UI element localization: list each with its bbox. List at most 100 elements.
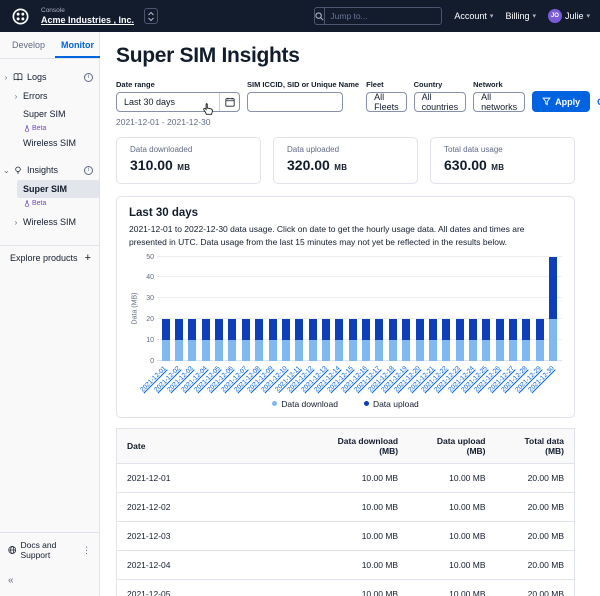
bar-segment (482, 340, 490, 361)
bar-segment (549, 257, 557, 319)
sim-search-input[interactable] (247, 92, 343, 112)
bar-segment (402, 340, 410, 361)
table-row: 2021-12-0210.00 MB10.00 MB20.00 MB (117, 492, 575, 521)
bar-2021-12-18[interactable] (389, 257, 397, 361)
bar-2021-12-22[interactable] (442, 257, 450, 361)
bar-segment (215, 319, 223, 340)
insights-bulb-icon (13, 165, 23, 175)
bar-segment (349, 340, 357, 361)
sidebar-item-logs[interactable]: › Logs i (0, 67, 99, 87)
account-stepper-button[interactable] (144, 8, 158, 24)
apply-button[interactable]: Apply (532, 91, 590, 112)
bar-segment (282, 340, 290, 361)
bar-2021-12-25[interactable] (482, 257, 490, 361)
bar-2021-12-03[interactable] (188, 257, 196, 361)
collapse-sidebar-button[interactable]: « (0, 567, 99, 596)
bar-2021-12-12[interactable] (309, 257, 317, 361)
network-select[interactable]: All networks (473, 92, 525, 112)
cell-value: 10.00 MB (408, 550, 495, 579)
bar-2021-12-29[interactable] (536, 257, 544, 361)
sidebar-tabs: Develop Monitor (0, 32, 99, 59)
bar-2021-12-04[interactable] (202, 257, 210, 361)
stat-unit: MB (334, 163, 347, 172)
billing-menu[interactable]: Billing ▾ (505, 11, 536, 21)
cell-value: 10.00 MB (408, 521, 495, 550)
bar-2021-12-10[interactable] (282, 257, 290, 361)
bar-2021-12-01[interactable] (162, 257, 170, 361)
bar-2021-12-16[interactable] (362, 257, 370, 361)
bar-2021-12-21[interactable] (429, 257, 437, 361)
bar-segment (175, 340, 183, 361)
stat-unit: MB (177, 163, 190, 172)
kebab-menu-icon[interactable]: ⋮ (82, 545, 91, 556)
account-menu-label: Account (454, 11, 487, 21)
bar-2021-12-27[interactable] (509, 257, 517, 361)
table-row: 2021-12-0510.00 MB10.00 MB20.00 MB (117, 579, 575, 596)
bar-2021-12-17[interactable] (375, 257, 383, 361)
bar-segment (442, 319, 450, 340)
bar-2021-12-19[interactable] (402, 257, 410, 361)
bar-2021-12-02[interactable] (175, 257, 183, 361)
bar-2021-12-30[interactable] (549, 257, 557, 361)
cell-value: 10.00 MB (309, 579, 408, 596)
user-menu-label: Julie (565, 11, 584, 21)
sidebar-item-super-sim-logs[interactable]: Super SIM (0, 105, 99, 123)
bar-segment (496, 340, 504, 361)
search-input[interactable] (325, 11, 442, 21)
x-cell: 2021-12-30 (546, 361, 559, 397)
country-select[interactable]: All countries (414, 92, 467, 112)
calendar-icon[interactable] (219, 93, 239, 111)
legend-item-data-upload[interactable]: Data upload (364, 399, 419, 409)
tab-monitor[interactable]: Monitor (55, 32, 100, 58)
chevron-down-icon: ▾ (490, 12, 494, 20)
selected-date-range-text: 2021-12-01 - 2021-12-30 (116, 117, 575, 127)
bar-segment (188, 319, 196, 340)
bar-segment (349, 319, 357, 340)
bar-2021-12-11[interactable] (295, 257, 303, 361)
bar-2021-12-28[interactable] (522, 257, 530, 361)
sidebar-item-wireless-sim-insights[interactable]: › Wireless SIM (0, 213, 99, 231)
twilio-logo-icon[interactable] (12, 8, 29, 25)
docs-and-support-button[interactable]: Docs and Support ⋮ (0, 533, 99, 567)
sidebar-item-insights[interactable]: ⌄ Insights i (0, 160, 99, 180)
bar-2021-12-06[interactable] (228, 257, 236, 361)
logs-book-icon (13, 72, 23, 82)
usage-table-head-row: DateData download (MB)Data upload (MB)To… (117, 428, 575, 463)
sidebar-item-super-sim-insights-selected[interactable]: Super SIM (17, 180, 99, 198)
account-menu[interactable]: Account ▾ (454, 11, 493, 21)
bar-2021-12-26[interactable] (496, 257, 504, 361)
bar-2021-12-08[interactable] (255, 257, 263, 361)
stats-row: Data downloaded 310.00 MB Data uploaded … (116, 137, 575, 184)
legend-item-data-download[interactable]: Data download (272, 399, 338, 409)
bar-2021-12-13[interactable] (322, 257, 330, 361)
explore-products-button[interactable]: Explore products + (0, 245, 99, 270)
bar-segment (429, 319, 437, 340)
bar-segment (202, 319, 210, 340)
console-label: Console (41, 7, 134, 14)
legend-dot-icon (272, 401, 277, 406)
stacked-bar-chart: Data (MB) 01020304050 (129, 257, 562, 361)
date-range-label: Date range (116, 80, 240, 89)
info-icon[interactable]: i (84, 166, 93, 175)
global-search[interactable] (314, 7, 442, 25)
tab-develop[interactable]: Develop (6, 32, 51, 58)
info-icon[interactable]: i (84, 73, 93, 82)
bar-2021-12-20[interactable] (416, 257, 424, 361)
collapse-chevrons-icon: « (8, 575, 14, 586)
bar-2021-12-07[interactable] (242, 257, 250, 361)
bar-segment (509, 340, 517, 361)
chevron-down-icon: ▾ (532, 12, 536, 20)
sidebar-item-wireless-sim-logs[interactable]: Wireless SIM (0, 134, 99, 152)
sidebar-item-errors[interactable]: › Errors (0, 87, 99, 105)
bar-2021-12-05[interactable] (215, 257, 223, 361)
bar-2021-12-14[interactable] (335, 257, 343, 361)
bar-2021-12-24[interactable] (469, 257, 477, 361)
bar-2021-12-23[interactable] (456, 257, 464, 361)
bar-2021-12-15[interactable] (349, 257, 357, 361)
cell-value: 20.00 MB (496, 550, 575, 579)
account-name-link[interactable]: Acme Industries , Inc. (41, 15, 134, 25)
date-range-select[interactable]: Last 30 days (116, 92, 240, 112)
bar-2021-12-09[interactable] (269, 257, 277, 361)
user-menu[interactable]: JO Julie ▾ (548, 9, 590, 23)
fleet-select[interactable]: All Fleets (366, 92, 407, 112)
